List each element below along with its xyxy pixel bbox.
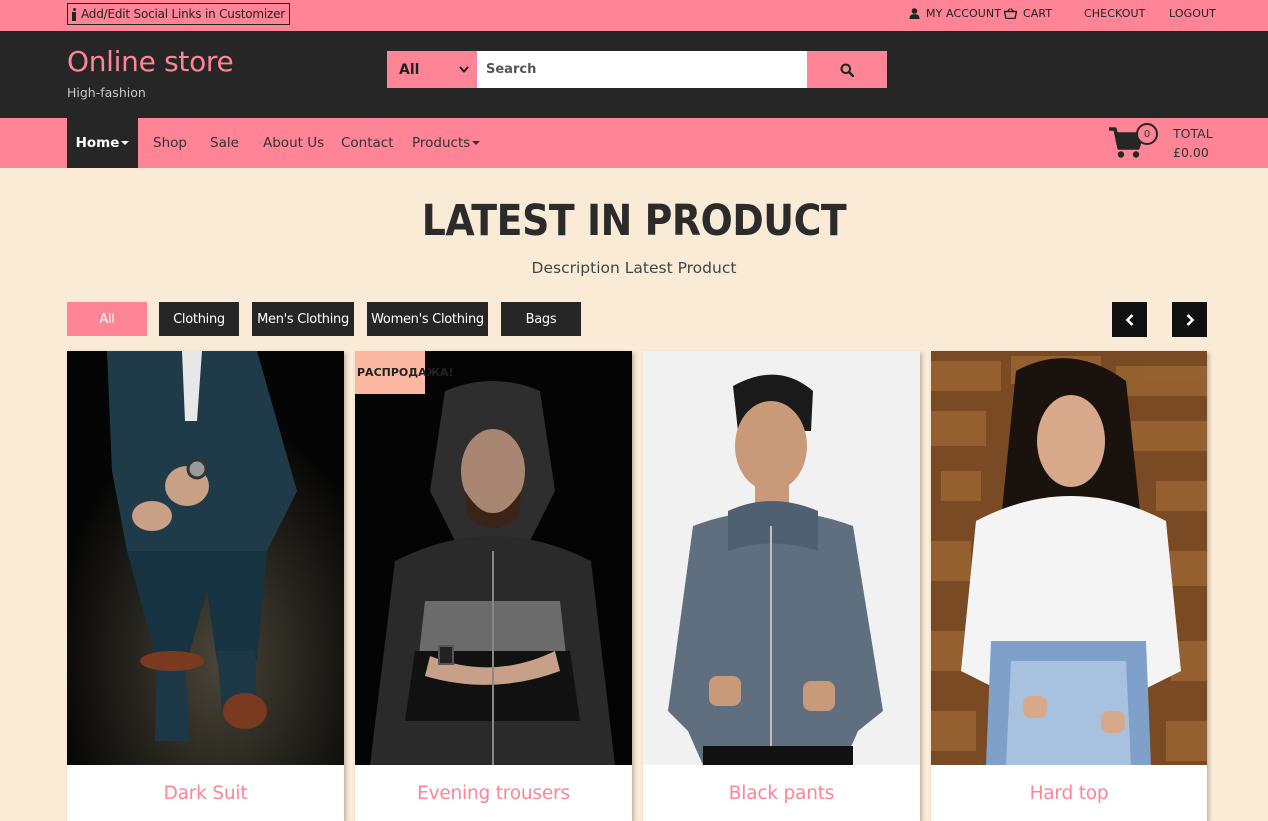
filter-bags[interactable]: Bags xyxy=(501,302,581,336)
main-nav: Home Shop Sale About Us Contact Products… xyxy=(0,118,1268,168)
product-name[interactable]: Evening trousers xyxy=(355,783,632,804)
caret-down-icon xyxy=(472,141,481,145)
product-filters: All Clothing Men's Clothing Women's Clot… xyxy=(0,302,1268,336)
product-photo-hard-top xyxy=(931,351,1207,765)
basket-icon xyxy=(1004,8,1017,19)
cart-total-label: TOTAL xyxy=(1173,126,1213,141)
search-icon xyxy=(840,63,854,77)
checkout-link[interactable]: CHECKOUT xyxy=(1084,7,1145,20)
search-placeholder: Search xyxy=(486,62,537,77)
site-tagline: High-fashion xyxy=(67,85,146,100)
product-card[interactable]: Dark Suit xyxy=(67,351,344,821)
product-card[interactable]: Hard top xyxy=(931,351,1207,821)
checkout-label: CHECKOUT xyxy=(1084,7,1146,20)
section-title: LATEST IN PRODUCT xyxy=(421,196,847,246)
nav-item-shop[interactable]: Shop xyxy=(153,118,187,168)
filter-clothing[interactable]: Clothing xyxy=(159,302,239,336)
filter-all[interactable]: All xyxy=(67,302,147,336)
nav-item-about-label: About Us xyxy=(263,135,325,151)
user-icon xyxy=(909,8,920,19)
search-category-value: All xyxy=(399,61,420,78)
section-description: Description Latest Product xyxy=(531,259,737,277)
product-name[interactable]: Black pants xyxy=(643,783,920,804)
carousel-next-button[interactable] xyxy=(1172,302,1207,337)
product-image[interactable]: РАСПРОДАЖА! xyxy=(355,351,632,765)
nav-item-about-us[interactable]: About Us xyxy=(263,118,324,168)
nav-item-home[interactable]: Home xyxy=(67,118,138,168)
filter-womens-clothing[interactable]: Women's Clothing xyxy=(367,302,488,336)
nav-item-shop-label: Shop xyxy=(153,135,187,151)
logout-label: LOGOUT xyxy=(1169,7,1216,20)
product-name[interactable]: Dark Suit xyxy=(67,783,344,804)
search-input[interactable]: Search xyxy=(477,51,807,88)
my-account-label: MY ACCOUNT xyxy=(926,7,1002,20)
site-title[interactable]: Online store xyxy=(67,45,234,78)
cart-count-badge: 0 xyxy=(1136,123,1158,145)
cart-label: CART xyxy=(1023,7,1053,20)
filter-mens-clothing[interactable]: Men's Clothing xyxy=(252,302,354,336)
product-image[interactable] xyxy=(643,351,920,765)
nav-item-products[interactable]: Products xyxy=(412,118,481,168)
chevron-right-icon xyxy=(1186,313,1194,326)
nav-item-sale-label: Sale xyxy=(210,135,239,151)
mini-cart[interactable]: 0 TOTAL £0.00 xyxy=(1108,122,1213,164)
nav-item-home-label: Home xyxy=(75,135,120,151)
product-image[interactable] xyxy=(931,351,1207,765)
product-card[interactable]: Black pants xyxy=(643,351,920,821)
chevron-down-icon xyxy=(459,66,469,73)
search-form: All Search xyxy=(387,51,887,88)
product-image[interactable] xyxy=(67,351,344,765)
product-photo-dark-suit xyxy=(67,351,344,765)
sale-badge: РАСПРОДАЖА! xyxy=(355,351,454,394)
product-photo-black-pants xyxy=(643,351,920,765)
product-photo-evening-trousers xyxy=(355,351,632,765)
carousel-prev-button[interactable] xyxy=(1112,302,1147,337)
nav-item-sale[interactable]: Sale xyxy=(210,118,239,168)
caret-down-icon xyxy=(121,141,130,145)
nav-item-contact-label: Contact xyxy=(341,135,394,151)
product-name[interactable]: Hard top xyxy=(931,783,1207,804)
nav-item-products-label: Products xyxy=(412,135,471,151)
logout-link[interactable]: LOGOUT xyxy=(1169,7,1216,20)
search-category-select[interactable]: All xyxy=(387,51,477,88)
cart-total-value: £0.00 xyxy=(1173,145,1209,160)
my-account-link[interactable]: MY ACCOUNT xyxy=(909,7,1001,20)
search-button[interactable] xyxy=(807,51,887,88)
product-card[interactable]: РАСПРОДАЖА! Evening trousers xyxy=(355,351,632,821)
chevron-left-icon xyxy=(1125,313,1133,326)
cart-link[interactable]: CART xyxy=(1004,7,1052,20)
nav-item-contact[interactable]: Contact xyxy=(341,118,394,168)
top-bar: Add/Edit Social Links in Customizer MY A… xyxy=(0,0,1268,31)
site-header: Online store High-fashion All Search xyxy=(0,31,1268,118)
